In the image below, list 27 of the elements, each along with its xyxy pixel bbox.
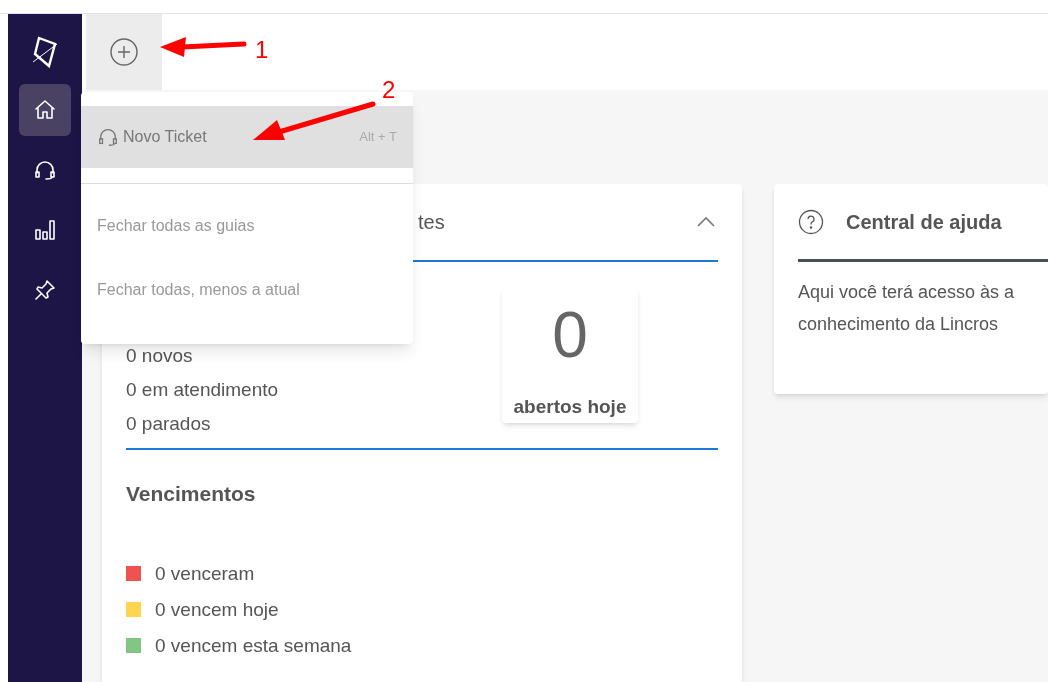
pushpin-icon [33, 278, 57, 302]
add-tab-button[interactable] [86, 14, 162, 90]
menu-item[interactable]: Fechar todas as guias [81, 194, 413, 258]
menu-item[interactable]: Fechar todas, menos a atual [81, 258, 413, 322]
card-title: tes [418, 210, 445, 235]
due-count: 0 venceram [155, 561, 255, 586]
plus-circle-icon [109, 37, 139, 67]
headset-icon [33, 158, 57, 182]
help-icon [798, 208, 824, 235]
headset-icon [97, 126, 119, 148]
annotation-number: 2 [382, 75, 396, 105]
ticket-count: 0 parados [126, 412, 212, 436]
sidebar-item[interactable] [19, 84, 71, 136]
today-label: abertos hoje [513, 395, 627, 419]
help-text: Aqui você terá acesso às a [798, 281, 1016, 304]
section-title: Vencimentos [126, 481, 257, 507]
bar-chart-icon [33, 218, 57, 242]
home-icon [33, 98, 57, 122]
card-title: Central de ajuda [846, 209, 1002, 235]
chevron-up-icon [696, 216, 716, 228]
today-count: 0 [552, 298, 588, 373]
help-text: conhecimento da Lincros [798, 313, 1000, 336]
due-count: 0 vencem esta semana [155, 633, 352, 658]
annotation-number: 1 [255, 35, 269, 65]
ticket-count: 0 novos [126, 344, 194, 368]
due-count: 0 vencem hoje [155, 597, 279, 622]
ticket-count: 0 em atendimento [126, 378, 279, 402]
